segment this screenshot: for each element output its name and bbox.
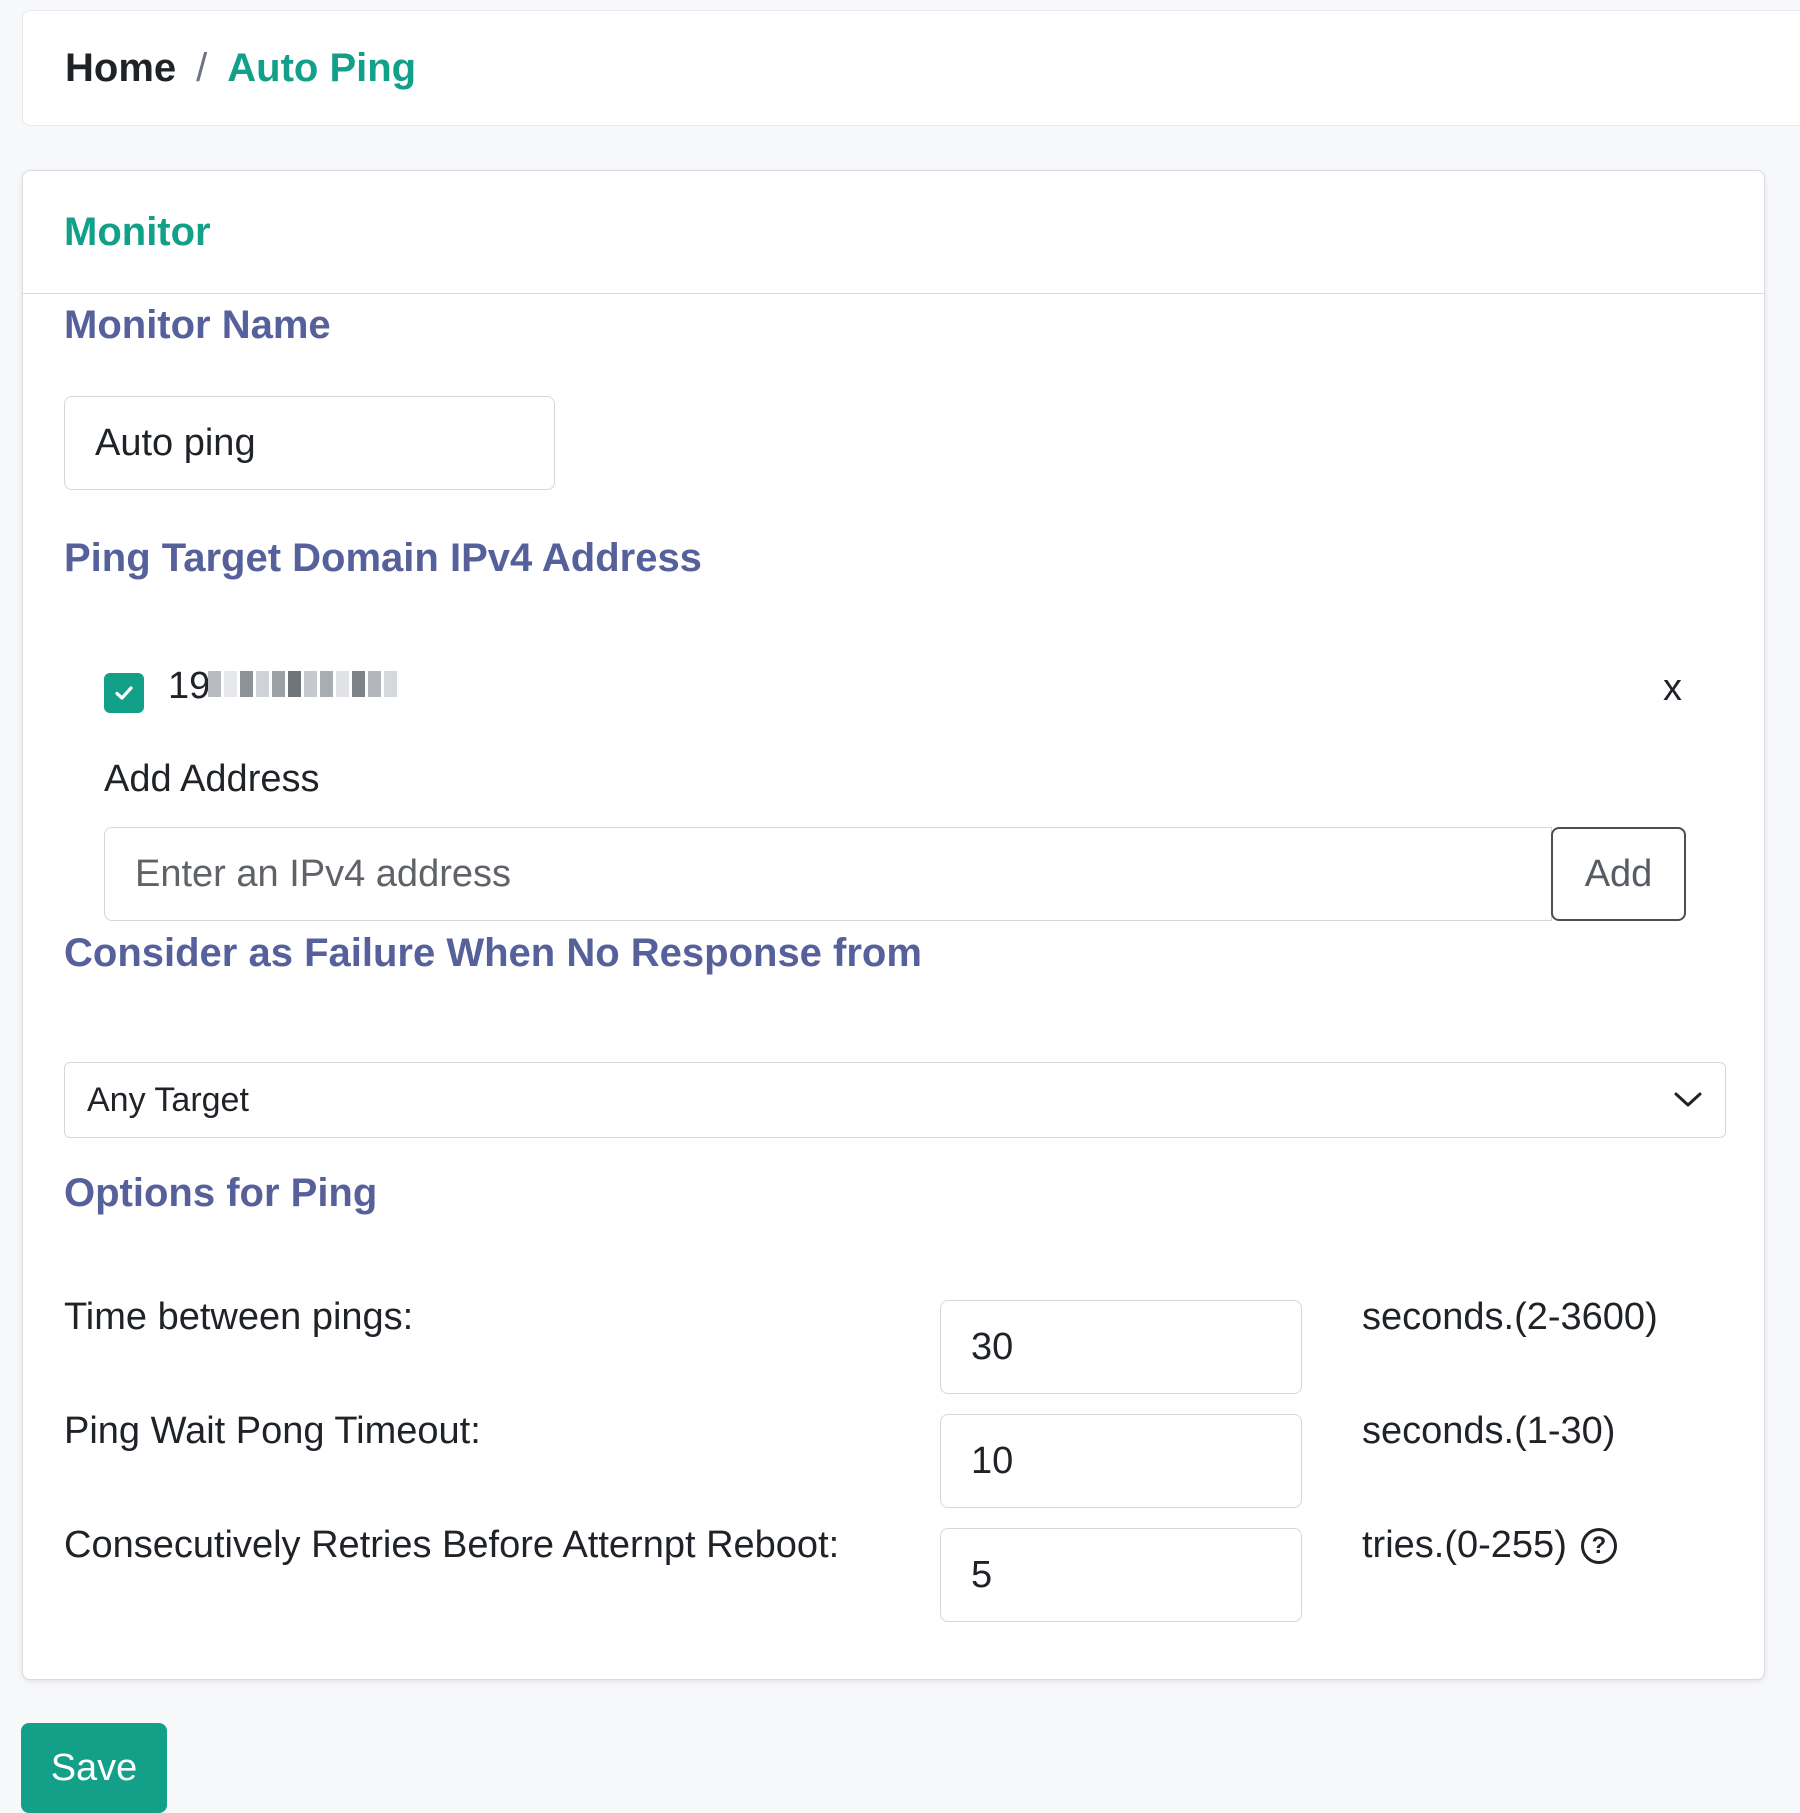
retries-label: Consecutively Retries Before Atternpt Re… — [64, 1524, 840, 1566]
chevron-down-icon — [1674, 1092, 1702, 1107]
ipv4-address-input[interactable] — [104, 827, 1552, 921]
failure-condition-label: Consider as Failure When No Response fro… — [64, 931, 922, 975]
ping-target-label: Ping Target Domain IPv4 Address — [64, 536, 702, 580]
breadcrumb-home-link[interactable]: Home — [65, 46, 176, 91]
ping-options-title: Options for Ping — [64, 1171, 378, 1215]
remove-target-button[interactable]: x — [1663, 667, 1682, 710]
time-between-pings-input[interactable] — [940, 1300, 1302, 1394]
failure-condition-value: Any Target — [87, 1080, 249, 1119]
breadcrumb-current: Auto Ping — [227, 45, 417, 90]
retries-unit-text: tries.(0-255) — [1362, 1524, 1567, 1566]
breadcrumb: Home / Auto Ping — [22, 10, 1800, 126]
retries-input[interactable] — [940, 1528, 1302, 1622]
time-between-pings-unit-text: seconds.(2-3600) — [1362, 1296, 1658, 1338]
ping-timeout-unit-text: seconds.(1-30) — [1362, 1410, 1616, 1452]
target-checkbox[interactable] — [104, 673, 144, 713]
retries-unit: tries.(0-255) ? — [1362, 1524, 1617, 1567]
ping-timeout-label: Ping Wait Pong Timeout: — [64, 1410, 481, 1452]
monitor-card: Monitor Monitor Name Ping Target Domain … — [22, 170, 1765, 1680]
ping-timeout-input[interactable] — [940, 1414, 1302, 1508]
target-address: 19 — [168, 665, 211, 707]
help-icon[interactable]: ? — [1580, 1527, 1617, 1564]
breadcrumb-separator: / — [196, 45, 208, 90]
card-title: Monitor — [23, 171, 1764, 294]
redacted-address-mosaic — [208, 671, 397, 697]
failure-condition-select[interactable]: Any Target — [64, 1062, 1726, 1138]
time-between-pings-unit: seconds.(2-3600) — [1362, 1296, 1658, 1339]
monitor-name-input[interactable] — [64, 396, 555, 490]
time-between-pings-label: Time between pings: — [64, 1296, 414, 1338]
add-address-label: Add Address — [104, 758, 320, 800]
check-icon — [115, 686, 133, 700]
add-address-button[interactable]: Add — [1551, 827, 1686, 921]
monitor-name-label: Monitor Name — [64, 303, 331, 347]
ping-timeout-unit: seconds.(1-30) — [1362, 1410, 1615, 1453]
